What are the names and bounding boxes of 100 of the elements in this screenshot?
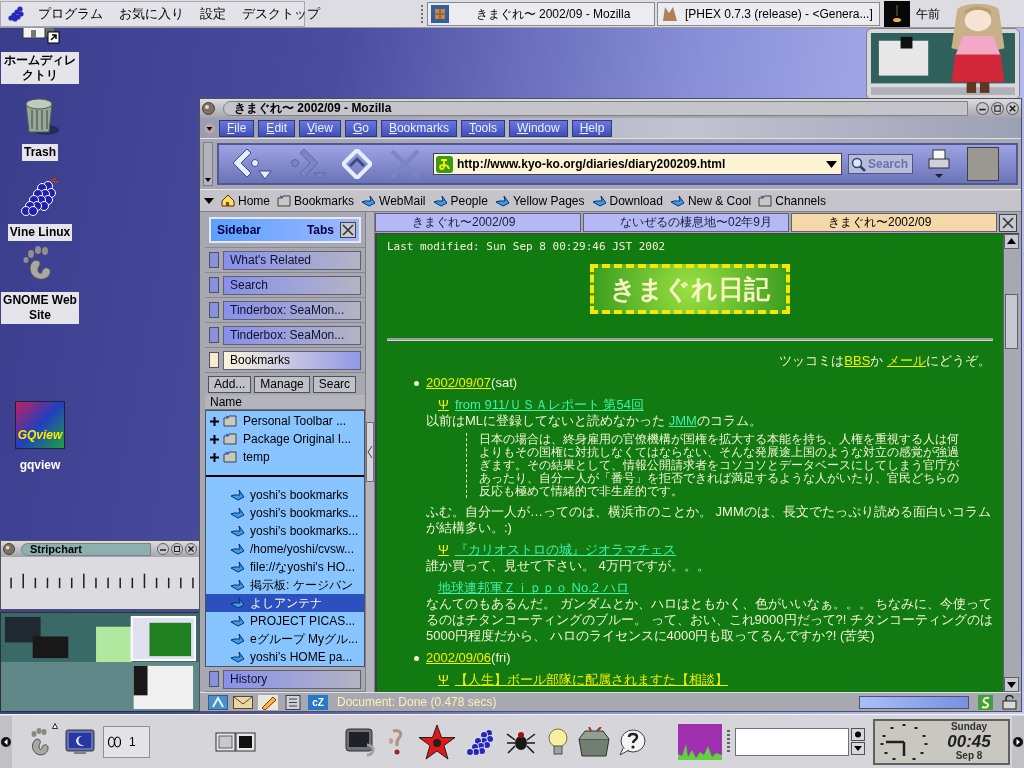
panel-menu[interactable]: プログラム — [36, 5, 105, 22]
dropdown-caret-icon[interactable] — [826, 160, 837, 168]
scroll-down-icon[interactable] — [1004, 677, 1019, 692]
browser-tab[interactable]: きまぐれ〜2002/09 — [375, 213, 581, 232]
sidebar-panel-tab[interactable]: Search — [223, 275, 361, 295]
browser-tab[interactable]: きまぐれ〜2002/09 — [791, 213, 997, 232]
headline-link[interactable]: 『カリオストロの城』ジオラマチェス — [454, 542, 676, 557]
text-link[interactable]: メール — [887, 353, 926, 368]
grapes-icon[interactable] — [465, 726, 497, 757]
bookmark-row[interactable]: yoshi's bookmarks — [206, 486, 364, 504]
vertical-scrollbar[interactable] — [1003, 234, 1019, 692]
bookmark-row[interactable]: file://なyoshi's HO... — [206, 558, 364, 576]
desktop-icon-label[interactable]: Vine Linux — [7, 224, 73, 241]
bookmark-row[interactable]: yoshi's bookmarks... — [206, 504, 364, 522]
bookmark-toolbar-item[interactable]: Yellow Pages — [494, 191, 585, 210]
menu-item[interactable]: Go — [344, 119, 377, 137]
two-monitors-icon[interactable] — [215, 730, 256, 753]
close-icon[interactable] — [185, 543, 197, 555]
sidebar-button[interactable]: Manage — [254, 375, 310, 393]
bookmark-toolbar-item[interactable]: Channels — [758, 191, 826, 210]
anchor-mark[interactable]: Ψ — [438, 542, 449, 557]
desktop-icon-label[interactable]: ホームディレクトリ — [1, 52, 79, 84]
back-icon[interactable] — [231, 147, 273, 181]
maximize-icon[interactable] — [991, 102, 1004, 115]
sidebar-splitter[interactable] — [365, 212, 375, 692]
close-icon[interactable] — [1006, 102, 1019, 115]
bookmark-toolbar-item[interactable]: WebMail — [361, 191, 426, 210]
browser-tab[interactable]: ないぜるの棲息地〜02年9月 — [583, 213, 789, 232]
close-tab-icon[interactable] — [999, 213, 1017, 232]
maximize-icon[interactable] — [171, 543, 183, 555]
sidebar-button[interactable]: Searc — [312, 375, 357, 393]
desktop-icon-label[interactable]: GNOME Web Site — [1, 292, 79, 324]
bookmark-row[interactable]: /home/yoshi/cvsw... — [206, 540, 364, 558]
anchor-mark[interactable]: Ψ — [438, 397, 449, 412]
sidebar-button[interactable]: Add... — [208, 375, 252, 393]
bookmark-row[interactable]: PROJECT PICAS... — [206, 612, 364, 630]
desktop-icon-label[interactable]: Trash — [22, 144, 58, 161]
command-input-field[interactable] — [735, 727, 849, 756]
menu-item[interactable]: Window — [508, 119, 568, 137]
sidebar-panel-tab[interactable]: Bookmarks — [223, 350, 361, 370]
menu-item[interactable]: Edit — [258, 119, 296, 137]
headline-link[interactable]: from 911/ＵＳＡレポート 第54回 — [454, 397, 644, 412]
text-link[interactable]: JMM — [668, 413, 697, 428]
toolbar-dropdown-icon[interactable] — [204, 197, 214, 204]
menu-item[interactable]: Help — [571, 119, 613, 137]
task-button[interactable]: きまぐれ〜 2002/09 - Mozilla — [427, 1, 655, 26]
panel-menu[interactable]: 設定 — [198, 5, 228, 22]
security-icon[interactable] — [978, 694, 993, 710]
bookmark-row[interactable]: yoshi's bookmarks... — [206, 522, 364, 540]
menu-item[interactable]: File — [219, 119, 255, 137]
window-menu-ball-icon[interactable] — [202, 102, 215, 115]
menu-item[interactable]: View — [299, 119, 341, 137]
window-menu-ball-icon[interactable] — [3, 543, 15, 555]
toolbar-grip-icon[interactable] — [203, 142, 213, 186]
expand-plus-icon[interactable] — [210, 434, 219, 444]
panel-hide-left-icon[interactable] — [0, 715, 12, 768]
menu-item[interactable]: Bookmarks — [380, 119, 457, 137]
date-link[interactable]: 2002/09/07 — [426, 375, 492, 390]
panel-menu[interactable]: お気に入り — [117, 5, 186, 22]
photo-placeholder[interactable] — [967, 147, 999, 181]
envelope-icon[interactable] — [233, 694, 253, 710]
expand-plus-icon[interactable] — [210, 416, 219, 426]
column-header[interactable]: Name — [205, 395, 365, 410]
workspace-applet[interactable]: 1 — [103, 725, 150, 758]
bookmark-toolbar-item[interactable]: Download — [591, 191, 663, 210]
bookmark-folder-row[interactable]: temp — [206, 448, 364, 466]
sidebar-panel-tab[interactable]: Tinderbox: SeaMon... — [223, 325, 361, 345]
task-button[interactable]: [PHEX 0.7.3 (release) - <Genera...] — [657, 1, 880, 26]
panel-menu[interactable]: デスクトップ — [240, 5, 322, 22]
menu-dropdown-icon[interactable] — [204, 122, 215, 134]
bookmark-toolbar-item[interactable]: People — [432, 191, 488, 210]
bookmark-row[interactable]: 掲示板: ケージバン — [206, 576, 364, 594]
headline-link[interactable]: 地球連邦軍Ｚｉｐｐｏ No.2 ハロ — [438, 580, 629, 595]
bookmark-toolbar-item[interactable]: Bookmarks — [277, 191, 355, 210]
help-bubble-icon[interactable] — [618, 727, 647, 756]
chat-button[interactable]: cZ — [308, 694, 328, 710]
headline-link[interactable]: 【人生】ボール部隊に配属されますた【相談】 — [454, 672, 728, 687]
bookmark-row[interactable]: eグループ Myグル... — [206, 630, 364, 648]
monitor-moon-icon[interactable] — [65, 728, 95, 755]
lock-icon[interactable] — [1002, 694, 1017, 710]
sidebar-panel-tab[interactable]: Tinderbox: SeaMon... — [223, 300, 361, 320]
scrollbar-thumb[interactable] — [1005, 294, 1018, 349]
star-icon[interactable] — [418, 723, 456, 760]
terminal-icon[interactable] — [345, 726, 377, 757]
reload-icon[interactable] — [342, 149, 372, 179]
sidebar-panel-tab[interactable]: What's Related — [223, 250, 361, 270]
clock-applet[interactable]: Sunday 00:45 Sep 8 — [873, 718, 1010, 765]
menu-item[interactable]: Tools — [460, 119, 505, 137]
pencil-icon[interactable] — [258, 694, 278, 710]
spin-down-icon[interactable] — [851, 742, 865, 755]
text-link[interactable]: BBS — [844, 353, 871, 368]
sidebar-panel-tab[interactable]: History — [223, 669, 361, 689]
panel-hide-right-icon[interactable] — [1012, 715, 1024, 768]
navigator-icon[interactable] — [208, 694, 228, 710]
bookmark-row[interactable]: yoshi's HOME pa... — [206, 648, 364, 666]
desktop-icon-label[interactable]: gqview — [17, 457, 63, 474]
printer-icon[interactable] — [928, 148, 950, 180]
toolbox-icon[interactable] — [577, 726, 611, 757]
bookmark-toolbar-item[interactable]: Home — [221, 191, 270, 210]
expand-plus-icon[interactable] — [210, 452, 219, 462]
